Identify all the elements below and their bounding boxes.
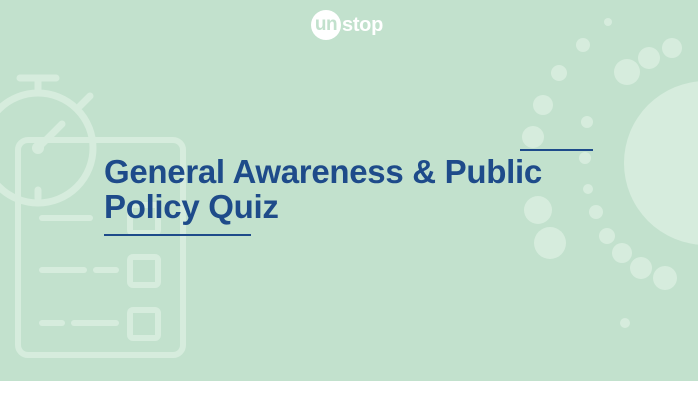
quiz-title-line-1: General Awareness & Public	[104, 153, 542, 190]
title-accent-line-bottom	[104, 234, 251, 236]
unstop-logo: un stop	[311, 9, 383, 41]
logo-mark: un	[311, 10, 341, 40]
quiz-title: General Awareness & Public Policy Quiz	[104, 154, 604, 224]
quiz-banner: un stop General Awareness & Public Polic…	[0, 0, 698, 381]
bottom-strip	[0, 381, 698, 400]
logo-wordmark: stop	[342, 13, 384, 36]
title-accent-line-top	[520, 149, 593, 151]
quiz-title-line-2: Policy Quiz	[104, 188, 279, 225]
